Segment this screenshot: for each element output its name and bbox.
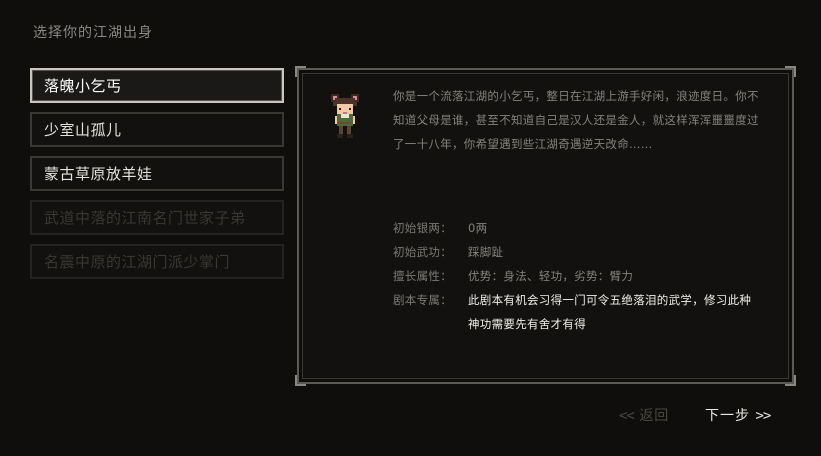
origin-detail-panel: 你是一个流落江湖的小乞丐，整日在江湖上游手好闲，浪迹度日。你不知道父母是谁，甚至…	[295, 66, 796, 386]
origin-option-label: 武道中落的江南名门世家子弟	[44, 209, 246, 227]
double-chevron-left-icon: <<	[619, 408, 635, 424]
stat-row-attributes: 擅长属性： 优势：身法、轻功，劣势：臂力	[393, 264, 773, 288]
origin-option-shaolin-orphan[interactable]: 少室山孤儿	[30, 112, 284, 147]
stat-label: 初始武功：	[393, 245, 452, 259]
origin-option-mongol-shepherd[interactable]: 蒙古草原放羊娃	[30, 156, 284, 191]
stat-value: 踩脚趾	[468, 245, 504, 259]
stat-row-exclusive: 剧本专属： 此剧本有机会习得一门可令五绝落泪的武学，修习此种神功需要先有舍才有得	[393, 288, 773, 336]
stat-label: 初始银两：	[393, 221, 452, 235]
back-button-label: 返回	[639, 408, 670, 424]
origin-list: 落魄小乞丐 少室山孤儿 蒙古草原放羊娃 武道中落的江南名门世家子弟 名震中原的江…	[30, 68, 284, 288]
page-title: 选择你的江湖出身	[33, 25, 153, 41]
stat-row-silver: 初始银两： 0两	[393, 216, 773, 240]
origin-option-beggar[interactable]: 落魄小乞丐	[30, 68, 284, 103]
origin-option-label: 少室山孤儿	[44, 121, 122, 139]
stat-label: 剧本专属：	[393, 293, 452, 307]
panel-corner-ornament	[785, 375, 796, 386]
origin-option-locked-jiangnan[interactable]: 武道中落的江南名门世家子弟	[30, 200, 284, 235]
stat-row-martial-art: 初始武功： 踩脚趾	[393, 240, 773, 264]
character-portrait-icon	[331, 94, 359, 138]
origin-option-label: 落魄小乞丐	[44, 77, 122, 95]
origin-option-label: 名震中原的江湖门派少掌门	[44, 253, 231, 271]
origin-stats: 初始银两： 0两 初始武功： 踩脚趾 擅长属性： 优势：身法、轻功，劣势：臂力 …	[393, 216, 773, 336]
panel-corner-ornament	[295, 375, 306, 386]
next-step-button[interactable]: 下一步 >>	[705, 405, 771, 425]
exclusive-perk-text: 此剧本有机会习得一门可令五绝落泪的武学，修习此种神功需要先有舍才有得	[468, 293, 752, 331]
double-chevron-right-icon: >>	[755, 408, 771, 424]
panel-corner-ornament	[785, 66, 796, 77]
back-button[interactable]: << 返回	[619, 405, 669, 425]
panel-corner-ornament	[295, 66, 306, 77]
origin-option-locked-sect-heir[interactable]: 名震中原的江湖门派少掌门	[30, 244, 284, 279]
next-button-label: 下一步	[705, 408, 750, 424]
origin-description: 你是一个流落江湖的小乞丐，整日在江湖上游手好闲，浪迹度日。你不知道父母是谁，甚至…	[393, 89, 759, 151]
stat-value: 0两	[468, 221, 488, 235]
origin-option-label: 蒙古草原放羊娃	[44, 165, 153, 183]
stat-value: 优势：身法、轻功，劣势：臂力	[468, 269, 634, 283]
stat-label: 擅长属性：	[393, 269, 452, 283]
